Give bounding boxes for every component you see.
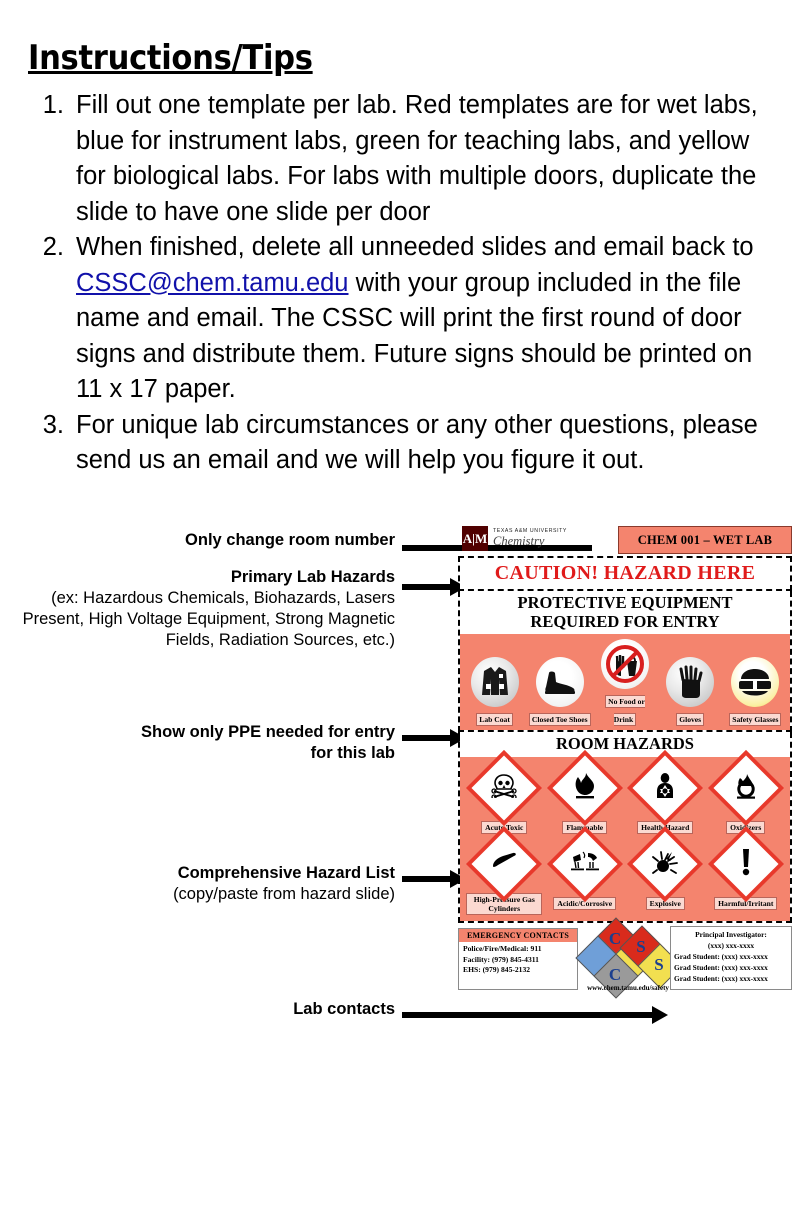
room-title[interactable]: CHEM 001 – WET LAB xyxy=(618,526,792,554)
exploding-bomb-icon xyxy=(627,825,704,903)
instructions-list: 1. Fill out one template per lab. Red te… xyxy=(22,88,772,479)
callout-lab-contacts: Lab contacts xyxy=(120,999,395,1020)
list-item-number: 1. xyxy=(42,91,64,119)
callout-primary-hazards: Primary Lab Hazards (ex: Hazardous Chemi… xyxy=(0,567,395,651)
hazard-item-flammable[interactable]: Flammable xyxy=(546,749,623,835)
list-item: 1. Fill out one template per lab. Red te… xyxy=(22,88,772,230)
callout-hazard-list-label: Comprehensive Hazard List xyxy=(177,864,395,882)
list-item-text: Fill out one template per lab. Red templ… xyxy=(76,91,758,226)
room-hazards-section: ROOM HAZARDS Acute Toxic Flammable Healt… xyxy=(458,732,792,923)
ppe-heading: PROTECTIVE EQUIPMENT REQUIRED FOR ENTRY xyxy=(460,591,790,634)
tamu-mark-icon: A|M xyxy=(462,526,488,551)
callout-ppe-label-line1: Show only PPE needed for entry xyxy=(141,723,395,741)
ppe-item-safety-glasses[interactable]: Safety Glasses xyxy=(724,657,786,727)
gas-cylinder-icon xyxy=(466,825,543,903)
closed-toe-shoes-icon xyxy=(535,657,584,707)
callout-room-number: Only change room number xyxy=(60,530,395,551)
emergency-contacts-heading: EMERGENCY CONTACTS xyxy=(459,929,577,942)
emergency-contact-line: Police/Fire/Medical: 911 xyxy=(463,944,542,953)
hazard-item-corrosive[interactable]: Acidic/Corrosive xyxy=(546,825,623,916)
emergency-contact-line: EHS: (979) 845-2132 xyxy=(463,965,531,974)
callout-primary-hazards-sub: (ex: Hazardous Chemicals, Biohazards, La… xyxy=(22,589,395,649)
callout-room-number-label: Only change room number xyxy=(185,531,395,549)
pi-title: Principal Investigator: xyxy=(695,930,767,939)
principal-investigator-box[interactable]: Principal Investigator: (xxx) xxx-xxxx G… xyxy=(670,926,792,990)
door-sign-preview: A|M TEXAS A&M UNIVERSITY Chemistry CHEM … xyxy=(458,524,792,999)
room-hazards-grid: Acute Toxic Flammable Health Hazard Oxid… xyxy=(460,749,790,921)
ppe-item-gloves[interactable]: Gloves xyxy=(659,657,721,727)
list-item: 3. For unique lab circumstances or any o… xyxy=(22,408,772,479)
caution-band: CAUTION! HAZARD HERE xyxy=(458,556,792,591)
pi-phone: (xxx) xxx-xxxx xyxy=(707,941,755,950)
hazard-item-health-hazard[interactable]: Health Hazard xyxy=(627,749,704,835)
gloves-icon xyxy=(666,657,715,707)
list-item-text: When finished, delete all unneeded slide… xyxy=(76,230,772,408)
ppe-icon-row: Lab Coat Closed Toe Shoes No Food or Dri… xyxy=(460,634,790,730)
ppe-heading-line2: REQUIRED FOR ENTRY xyxy=(530,612,720,631)
exclamation-icon xyxy=(707,825,784,903)
callout-hazard-list-sub: (copy/paste from hazard slide) xyxy=(173,885,395,903)
ppe-section: PROTECTIVE EQUIPMENT REQUIRED FOR ENTRY … xyxy=(458,591,792,732)
grad-student-line: Grad Student: (xxx) xxx-xxxx xyxy=(674,963,768,972)
page-title: Instructions/Tips xyxy=(28,38,313,78)
caution-text[interactable]: CAUTION! HAZARD HERE xyxy=(460,558,790,589)
ppe-label: Gloves xyxy=(676,713,705,726)
emergency-contact-line: Facility: (979) 845-4311 xyxy=(463,954,539,964)
ppe-label: No Food or Drink xyxy=(605,695,645,726)
health-hazard-icon xyxy=(627,749,704,827)
safety-glasses-icon xyxy=(731,657,780,707)
callout-ppe-label-line2: for this lab xyxy=(310,744,395,762)
hazard-item-explosive[interactable]: Explosive xyxy=(627,825,704,916)
sign-header: A|M TEXAS A&M UNIVERSITY Chemistry CHEM … xyxy=(458,524,792,556)
sign-footer: EMERGENCY CONTACTS Police/Fire/Medical: … xyxy=(458,917,792,999)
hazard-item-acute-toxic[interactable]: Acute Toxic xyxy=(466,749,543,835)
list-item-number: 3. xyxy=(42,410,64,439)
hazard-item-harmful-irritant[interactable]: Harmful/Irritant xyxy=(707,825,784,916)
grad-student-line: Grad Student: (xxx) xxx-xxxx xyxy=(674,974,768,983)
ppe-label: Closed Toe Shoes xyxy=(528,713,591,726)
corrosion-icon xyxy=(546,825,623,903)
callout-lab-contacts-label: Lab contacts xyxy=(293,1000,395,1018)
callout-hazard-list: Comprehensive Hazard List (copy/paste fr… xyxy=(40,863,395,905)
ppe-item-no-food-or-drink[interactable]: No Food or Drink xyxy=(594,639,656,727)
list-item-text-pre: When finished, delete all unneeded slide… xyxy=(76,233,754,261)
lab-coat-icon xyxy=(470,657,519,707)
tamu-logo: A|M TEXAS A&M UNIVERSITY Chemistry xyxy=(462,526,567,551)
emergency-contacts-lines: Police/Fire/Medical: 911 Facility: (979)… xyxy=(459,942,577,978)
list-item-number: 2. xyxy=(42,233,64,261)
list-item-text: For unique lab circumstances or any othe… xyxy=(76,410,758,475)
skull-crossbones-icon xyxy=(466,749,543,827)
cssc-logo: C S S C www.chem.tamu.edu/safety xyxy=(575,917,683,999)
room-hazards-heading: ROOM HAZARDS xyxy=(460,732,790,757)
ppe-heading-line1: PROTECTIVE EQUIPMENT xyxy=(517,593,733,612)
hazard-item-oxidizers[interactable]: Oxidizers xyxy=(707,749,784,835)
oxidizer-icon xyxy=(707,749,784,827)
grad-student-line: Grad Student: (xxx) xxx-xxxx xyxy=(674,952,768,961)
tamu-department-label: Chemistry xyxy=(493,533,545,548)
ppe-label: Safety Glasses xyxy=(729,713,782,726)
list-item: 2. When finished, delete all unneeded sl… xyxy=(22,230,772,408)
emergency-contacts-box[interactable]: EMERGENCY CONTACTS Police/Fire/Medical: … xyxy=(458,928,578,990)
no-food-or-drink-icon xyxy=(600,639,649,689)
flame-icon xyxy=(546,749,623,827)
email-link[interactable]: CSSC@chem.tamu.edu xyxy=(76,269,349,297)
ppe-item-lab-coat[interactable]: Lab Coat xyxy=(464,657,526,727)
callout-ppe: Show only PPE needed for entry for this … xyxy=(40,722,395,764)
hazard-item-gas-cylinders[interactable]: High-Pressure Gas Cylinders xyxy=(466,825,543,916)
ppe-label: Lab Coat xyxy=(476,713,513,726)
cssc-url[interactable]: www.chem.tamu.edu/safety xyxy=(580,984,676,992)
callout-primary-hazards-label: Primary Lab Hazards xyxy=(230,568,395,586)
ppe-item-closed-toe-shoes[interactable]: Closed Toe Shoes xyxy=(528,657,591,727)
